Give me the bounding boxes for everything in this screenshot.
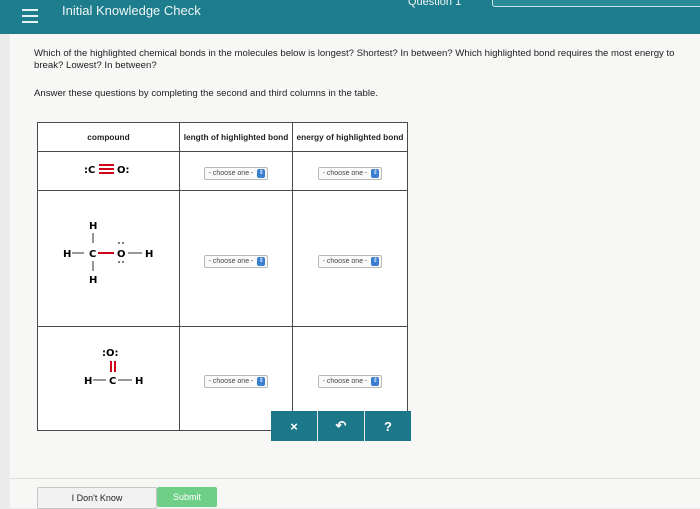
co-oxygen-label: O: (117, 165, 130, 176)
formaldehyde-oxygen: :O: (102, 348, 119, 359)
formaldehyde-carbon: C (109, 376, 116, 387)
question-label: Question 1 (408, 0, 462, 8)
select-arrow-icon: ⇕ (371, 256, 380, 266)
undo-button[interactable]: ↶ (318, 411, 365, 441)
help-icon: ? (384, 418, 392, 434)
answer-table: compound length of highlighted bond ener… (37, 122, 408, 431)
length-cell: - choose one - ⇕ (179, 190, 293, 327)
methanol-oxygen: O (117, 249, 126, 260)
select-arrow-icon: ⇕ (371, 169, 380, 178)
methanol-h-top: H (89, 221, 97, 232)
energy-select-methanol[interactable]: - choose one - ⇕ (317, 254, 383, 268)
methanol-h-bottom: H (89, 275, 97, 286)
formaldehyde-structure: :O: H C H (84, 348, 143, 387)
undo-icon: ↶ (335, 418, 347, 433)
methanol-h-right: H (145, 249, 153, 260)
compound-cell: H H C O H H (37, 190, 180, 327)
select-arrow-icon: ⇕ (371, 376, 380, 386)
footer-divider (10, 478, 700, 479)
methanol-carbon: C (89, 249, 96, 260)
table-header-row: compound length of highlighted bond ener… (37, 122, 408, 152)
answer-toolbar: × ↶ ? (271, 411, 411, 441)
select-arrow-icon: ⇕ (257, 256, 266, 266)
compound-cell: :C O: (37, 151, 180, 191)
app-header: Initial Knowledge Check Question 1 (0, 0, 700, 34)
header-energy: energy of highlighted bond (292, 122, 408, 152)
methanol-h-left: H (63, 249, 71, 260)
page-title: Initial Knowledge Check (62, 3, 201, 18)
header-compound: compound (37, 122, 180, 152)
header-length: length of highlighted bond (179, 122, 293, 152)
menu-icon[interactable] (22, 9, 38, 27)
length-select-methanol[interactable]: - choose one - ⇕ (203, 254, 269, 268)
help-button[interactable]: ? (365, 411, 411, 441)
co-carbon-label: :C (84, 165, 95, 176)
clear-button[interactable]: × (271, 411, 318, 441)
progress-bar (492, 0, 700, 7)
co-structure: :C O: (84, 164, 130, 176)
formaldehyde-h-right: H (135, 376, 143, 387)
dont-know-button[interactable]: I Don't Know (37, 487, 157, 509)
close-icon: × (290, 418, 298, 434)
question-text: Which of the highlighted chemical bonds … (34, 48, 675, 71)
length-cell: - choose one - ⇕ (179, 151, 293, 191)
formaldehyde-h-left: H (84, 376, 92, 387)
energy-select-formaldehyde[interactable]: - choose one - ⇕ (317, 374, 383, 388)
energy-cell: - choose one - ⇕ (292, 190, 408, 327)
length-select-formaldehyde[interactable]: - choose one - ⇕ (203, 374, 269, 388)
energy-select-co[interactable]: - choose one - ⇕ (317, 167, 383, 180)
instruction-text: Answer these questions by completing the… (34, 88, 378, 99)
compound-cell: :O: H C H (37, 326, 180, 431)
submit-button[interactable]: Submit (157, 487, 217, 507)
select-arrow-icon: ⇕ (257, 376, 266, 386)
length-select-co[interactable]: - choose one - ⇕ (203, 167, 269, 180)
table-row: :C O: - choose one - ⇕ - choose one - ⇕ (37, 151, 408, 191)
methanol-structure: H H C O H H (63, 221, 153, 286)
select-arrow-icon: ⇕ (257, 169, 266, 178)
energy-cell: - choose one - ⇕ (292, 151, 408, 191)
table-row: H H C O H H - choose one - ⇕ - choose one… (37, 190, 408, 327)
